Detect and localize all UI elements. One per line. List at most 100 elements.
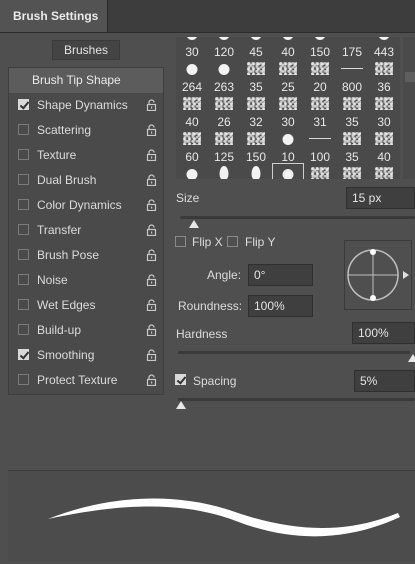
- brush-preset-cell[interactable]: 40: [368, 128, 400, 164]
- brush-preset-cell[interactable]: 263: [208, 58, 240, 94]
- lock-icon[interactable]: [146, 349, 157, 361]
- option-checkbox[interactable]: [18, 324, 29, 335]
- angle-roundness-widget[interactable]: [344, 240, 412, 310]
- angle-field[interactable]: 0°: [248, 264, 313, 286]
- sidebar-item-label: Color Dynamics: [37, 198, 122, 212]
- sidebar-item-dual-brush[interactable]: Dual Brush: [9, 168, 163, 193]
- brush-preset-cell[interactable]: 264: [176, 58, 208, 94]
- brush-preset-cell[interactable]: 35: [336, 128, 368, 164]
- brush-preset-cell[interactable]: 32: [240, 93, 272, 129]
- brush-grid-scrollbar[interactable]: [403, 37, 415, 179]
- brush-tip-grid: 30 120 45 40 150 175 443 264 263 35 25 20 800 36 40 26 3…: [176, 37, 400, 179]
- sidebar-item-texture[interactable]: Texture: [9, 143, 163, 168]
- option-checkbox[interactable]: [18, 124, 29, 135]
- lock-icon[interactable]: [146, 324, 157, 336]
- option-checkbox[interactable]: [18, 174, 29, 185]
- lock-icon[interactable]: [146, 274, 157, 286]
- lock-icon[interactable]: [146, 299, 157, 311]
- option-checkbox[interactable]: [18, 199, 29, 210]
- option-checkbox[interactable]: [18, 99, 29, 110]
- brush-preset-cell[interactable]: 26: [208, 93, 240, 129]
- lock-icon[interactable]: [146, 224, 157, 236]
- size-slider-thumb[interactable]: [189, 220, 199, 228]
- brush-preset-cell[interactable]: 60: [176, 128, 208, 164]
- brush-preset-cell[interactable]: 125: [208, 128, 240, 164]
- lock-icon[interactable]: [146, 249, 157, 261]
- sidebar-item-build-up[interactable]: Build-up: [9, 318, 163, 343]
- spacing-slider-thumb[interactable]: [176, 401, 186, 409]
- hardness-field[interactable]: 100%: [352, 322, 415, 344]
- brush-size-label: 30: [281, 115, 295, 129]
- lock-icon[interactable]: [146, 149, 157, 161]
- brush-preset-cell[interactable]: 45: [240, 163, 272, 179]
- brush-preset-cell[interactable]: 36: [368, 58, 400, 94]
- brush-preset-cell[interactable]: 10: [272, 128, 304, 164]
- option-checkbox[interactable]: [18, 374, 29, 385]
- brush-options-list: Brush Tip Shape Shape Dynamics Scattering T…: [8, 67, 164, 395]
- sidebar-item-wet-edges[interactable]: Wet Edges: [9, 293, 163, 318]
- brush-preset-cell[interactable]: 150: [304, 37, 336, 59]
- sidebar-item-brush-tip-shape[interactable]: Brush Tip Shape: [9, 68, 163, 93]
- panel-title-tab[interactable]: Brush Settings: [0, 0, 108, 32]
- roundness-field[interactable]: 100%: [248, 295, 313, 317]
- brush-tip-round-icon: [186, 37, 198, 40]
- spacing-field[interactable]: 5%: [354, 370, 415, 392]
- brush-preset-cell[interactable]: 36: [208, 163, 240, 179]
- brush-preset-cell[interactable]: 30: [272, 93, 304, 129]
- brush-grid-scroll-thumb[interactable]: [405, 72, 415, 82]
- brush-angle-circle-icon[interactable]: [345, 241, 411, 309]
- brush-preset-cell[interactable]: 100: [304, 128, 336, 164]
- brush-tip-round-icon: [282, 134, 294, 145]
- lock-icon[interactable]: [146, 174, 157, 186]
- brush-preset-cell[interactable]: 443: [368, 37, 400, 59]
- size-field[interactable]: 15 px: [346, 187, 415, 209]
- brush-preset-cell[interactable]: 39: [176, 163, 208, 179]
- spacing-checkbox[interactable]: [175, 374, 186, 385]
- brush-preset-cell[interactable]: 150: [240, 128, 272, 164]
- brush-preset-cell[interactable]: 30: [368, 163, 400, 179]
- brush-preset-cell[interactable]: 120: [208, 37, 240, 59]
- sidebar-item-shape-dynamics[interactable]: Shape Dynamics: [9, 93, 163, 118]
- lock-icon[interactable]: [146, 199, 157, 211]
- flip-x-checkbox[interactable]: [175, 236, 186, 247]
- option-checkbox[interactable]: [18, 249, 29, 260]
- brush-preset-cell[interactable]: 35: [240, 58, 272, 94]
- brush-preset-cell[interactable]: 45: [240, 37, 272, 59]
- option-checkbox[interactable]: [18, 274, 29, 285]
- brush-preset-cell[interactable]: 32: [304, 163, 336, 179]
- hardness-slider-track[interactable]: [178, 351, 410, 354]
- lock-icon[interactable]: [146, 99, 157, 111]
- brush-preset-cell[interactable]: 800: [336, 58, 368, 94]
- brushes-button[interactable]: Brushes: [52, 40, 120, 60]
- sidebar-item-protect-texture[interactable]: Protect Texture: [9, 368, 163, 393]
- hardness-slider-thumb[interactable]: [408, 354, 415, 362]
- option-checkbox[interactable]: [18, 349, 29, 360]
- size-slider-track[interactable]: [180, 216, 415, 219]
- brush-preset-cell[interactable]: 20: [304, 58, 336, 94]
- sidebar-item-color-dynamics[interactable]: Color Dynamics: [9, 193, 163, 218]
- option-checkbox[interactable]: [18, 224, 29, 235]
- lock-icon[interactable]: [146, 374, 157, 386]
- brush-preset-cell[interactable]: 30: [368, 93, 400, 129]
- stroke-preview-graphic: [48, 498, 400, 537]
- brush-preset-cell[interactable]: 35: [336, 93, 368, 129]
- sidebar-item-transfer[interactable]: Transfer: [9, 218, 163, 243]
- brush-preset-cell[interactable]: 16: [336, 163, 368, 179]
- flip-y-checkbox[interactable]: [227, 236, 238, 247]
- option-checkbox[interactable]: [18, 149, 29, 160]
- sidebar-item-smoothing[interactable]: Smoothing: [9, 343, 163, 368]
- brush-preset-cell[interactable]: 40: [176, 93, 208, 129]
- sidebar-item-brush-pose[interactable]: Brush Pose: [9, 243, 163, 268]
- brush-preset-cell[interactable]: 31: [304, 93, 336, 129]
- brush-preset-cell[interactable]: 175: [336, 37, 368, 59]
- brush-tip-splat-icon: [343, 132, 361, 145]
- spacing-slider-track[interactable]: [178, 398, 415, 401]
- brush-preset-cell[interactable]: 15: [272, 163, 304, 179]
- sidebar-item-noise[interactable]: Noise: [9, 268, 163, 293]
- option-checkbox[interactable]: [18, 299, 29, 310]
- lock-icon[interactable]: [146, 124, 157, 136]
- brush-preset-cell[interactable]: 25: [272, 58, 304, 94]
- brush-preset-cell[interactable]: 30: [176, 37, 208, 59]
- sidebar-item-scattering[interactable]: Scattering: [9, 118, 163, 143]
- brush-preset-cell[interactable]: 40: [272, 37, 304, 59]
